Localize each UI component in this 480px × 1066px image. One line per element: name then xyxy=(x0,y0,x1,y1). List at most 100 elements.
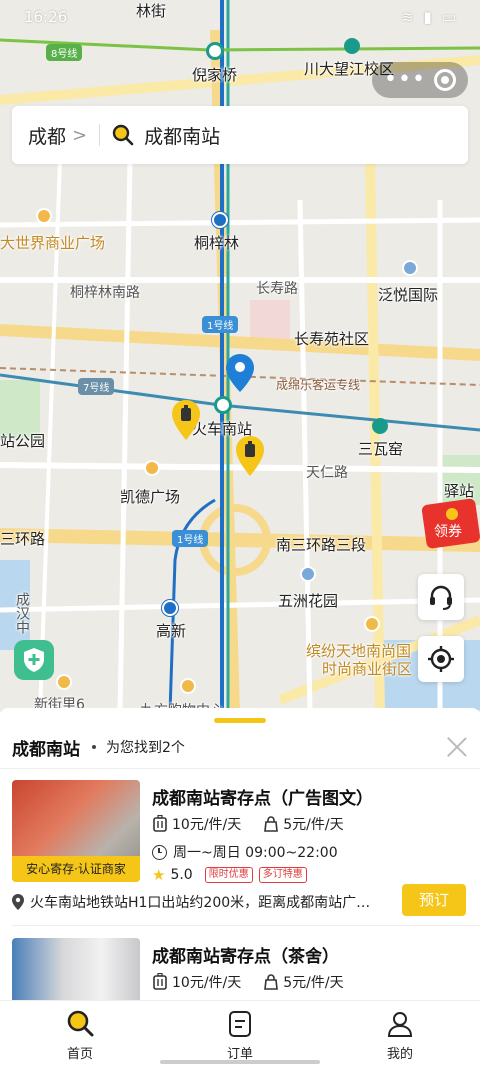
tab-label: 我的 xyxy=(386,1047,413,1062)
search-bar[interactable]: 成都 > 成都南站 xyxy=(12,106,468,164)
tab-label: 首页 xyxy=(66,1047,93,1062)
drag-handle[interactable] xyxy=(214,718,266,723)
home-indicator xyxy=(160,1060,320,1064)
map-view[interactable]: 16:26 ≋ ▮ ▭ 林街 倪家桥 川大望江校区 大世界商业广场 桐梓林 桐梓… xyxy=(0,0,480,712)
map-label: 高新 xyxy=(156,622,187,640)
tab-bar: 首页 订单 我的 xyxy=(0,1000,480,1066)
station-marker[interactable] xyxy=(206,42,224,60)
metro-line-badge: 1号线 xyxy=(202,316,239,333)
user-icon xyxy=(387,1012,413,1037)
close-miniapp-icon[interactable] xyxy=(433,69,456,91)
battery-icon: ▭ xyxy=(441,8,456,26)
tab-home[interactable]: 首页 xyxy=(0,1001,160,1066)
map-label: 大世界商业广场 xyxy=(0,234,106,252)
metro-line-badge: 8号线 xyxy=(46,44,83,61)
search-input[interactable]: 成都南站 xyxy=(144,122,220,149)
order-icon xyxy=(229,1011,251,1037)
map-label: 成绵乐客运专线 xyxy=(276,378,361,392)
suitcase-icon xyxy=(153,973,167,990)
store-thumbnail: 安心寄存·认证商家 xyxy=(12,780,140,882)
results-panel[interactable]: 成都南站 为您找到2个 安心寄存·认证商家 成都南站寄存点（广告图文） 10元/… xyxy=(0,708,480,1002)
store-name: 成都南站寄存点（广告图文） xyxy=(152,789,373,809)
search-icon xyxy=(112,124,134,146)
chevron-right-icon: > xyxy=(72,124,88,146)
status-icons: ≋ ▮ ▭ xyxy=(401,8,456,26)
map-label: 时尚商业街区 xyxy=(322,660,413,678)
divider xyxy=(12,925,480,926)
map-label: 三瓦窑 xyxy=(358,440,404,458)
divider xyxy=(0,768,480,769)
coupon-label: 领券 xyxy=(434,524,462,540)
station-marker[interactable] xyxy=(344,38,360,54)
rating-row: ★ 5.0 限时优惠 多订特惠 xyxy=(152,866,307,884)
wifi-icon: ≋ xyxy=(400,8,414,26)
shop-icon xyxy=(144,460,160,476)
address-row: 火车南站地铁站H1口出站约200米，距离成都南站广… xyxy=(12,892,392,912)
result-card[interactable]: 成都南站寄存点（茶舍） 10元/件/天 5元/件/天 xyxy=(12,938,468,1002)
store-photo xyxy=(12,938,140,1002)
store-name: 成都南站寄存点（茶舍） xyxy=(152,947,339,967)
close-icon[interactable] xyxy=(446,736,468,758)
results-title: 成都南站 xyxy=(12,739,80,760)
shop-icon xyxy=(180,678,196,694)
metro-line-badge: 7号线 xyxy=(78,378,115,395)
locate-button[interactable] xyxy=(418,636,464,682)
dot-separator xyxy=(92,745,96,749)
map-label: 桐梓林南路 xyxy=(70,285,140,301)
price-row: 10元/件/天 5元/件/天 xyxy=(152,814,344,834)
luggage-price: 10元/件/天 xyxy=(172,817,242,833)
signal-icon: ▮ xyxy=(423,8,432,26)
bag-price: 5元/件/天 xyxy=(283,975,344,991)
location-icon xyxy=(12,894,24,910)
results-count: 为您找到2个 xyxy=(106,740,185,756)
station-marker[interactable] xyxy=(372,418,388,434)
miniapp-capsule[interactable]: ••• xyxy=(372,62,468,98)
map-label: 林街 xyxy=(136,2,167,20)
result-card[interactable]: 安心寄存·认证商家 成都南站寄存点（广告图文） 10元/件/天 5元/件/天 周… xyxy=(12,780,468,920)
headset-icon xyxy=(430,585,452,610)
status-time: 16:26 xyxy=(24,8,68,26)
suitcase-icon xyxy=(153,815,167,832)
certified-badge: 安心寄存·认证商家 xyxy=(12,856,140,882)
customer-service-button[interactable] xyxy=(418,574,464,620)
promo-tag: 限时优惠 xyxy=(204,867,253,883)
building-icon xyxy=(402,260,418,276)
metro-station-icon[interactable] xyxy=(212,212,228,228)
bag-icon xyxy=(264,816,279,832)
mall-icon xyxy=(364,616,380,632)
tab-profile[interactable]: 我的 xyxy=(320,1001,480,1066)
map-label: 桐梓林 xyxy=(194,234,240,252)
tab-orders[interactable]: 订单 xyxy=(160,1001,320,1066)
opening-hours: 周一~周日 09:00~22:00 xyxy=(173,845,338,861)
map-label: 站公园 xyxy=(0,432,46,450)
station-marker[interactable] xyxy=(214,396,232,414)
bag-price: 5元/件/天 xyxy=(283,817,344,833)
map-label: 南三环路三段 xyxy=(276,536,367,554)
shield-plus-icon xyxy=(24,648,44,672)
store-address: 火车南站地铁站H1口出站约200米，距离成都南站广… xyxy=(30,895,371,911)
results-header: 成都南站 为您找到2个 xyxy=(12,732,468,762)
search-icon xyxy=(67,1010,94,1037)
map-label: 五洲花园 xyxy=(278,592,339,610)
rating-value: 5.0 xyxy=(170,867,193,883)
map-label: 三环路 xyxy=(0,530,46,548)
city-selector[interactable]: 成都 xyxy=(28,122,66,149)
book-button[interactable]: 预订 xyxy=(402,884,466,916)
map-label: 长寿路 xyxy=(256,281,298,297)
more-icon[interactable]: ••• xyxy=(384,69,426,91)
location-pin-icon[interactable] xyxy=(226,354,254,392)
luggage-pin-icon[interactable] xyxy=(172,400,200,440)
locate-icon xyxy=(428,646,454,672)
bag-icon xyxy=(264,974,279,990)
mall-icon xyxy=(36,208,52,224)
shop-icon xyxy=(56,674,72,690)
map-label: 天仁路 xyxy=(306,465,348,481)
luggage-price: 10元/件/天 xyxy=(172,975,242,991)
safety-shield-button[interactable] xyxy=(14,640,54,680)
map-label: 成汉中 xyxy=(14,592,30,634)
star-icon: ★ xyxy=(152,866,166,884)
luggage-pin-icon[interactable] xyxy=(236,436,264,476)
coupon-button[interactable]: 领券 xyxy=(418,498,480,550)
metro-station-icon[interactable] xyxy=(162,600,178,616)
map-label: 长寿苑社区 xyxy=(294,330,370,348)
